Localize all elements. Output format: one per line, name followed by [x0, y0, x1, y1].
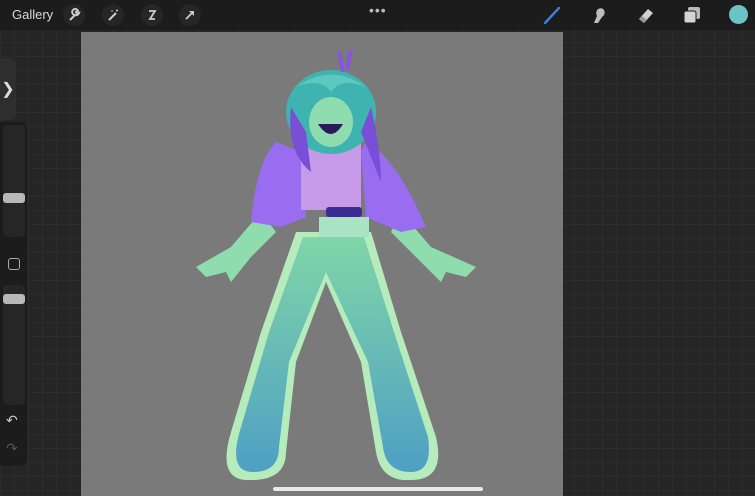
- smudge-icon[interactable]: [588, 4, 610, 26]
- wrench-icon[interactable]: [63, 4, 85, 26]
- gallery-button[interactable]: Gallery: [12, 7, 53, 22]
- layers-icon[interactable]: [681, 4, 703, 26]
- color-picker-button[interactable]: [729, 5, 748, 24]
- selection-icon[interactable]: [141, 4, 163, 26]
- opacity-slider[interactable]: [3, 285, 25, 405]
- magic-wand-icon[interactable]: [102, 4, 124, 26]
- more-options-button[interactable]: •••: [369, 2, 387, 18]
- brush-size-thumb[interactable]: [3, 193, 25, 204]
- home-indicator: [273, 487, 483, 491]
- brush-icon[interactable]: [541, 4, 563, 26]
- modify-button[interactable]: [8, 258, 20, 270]
- opacity-thumb[interactable]: [3, 293, 25, 304]
- brush-size-slider[interactable]: [3, 125, 25, 237]
- redo-button[interactable]: ↷: [6, 440, 18, 457]
- eraser-icon[interactable]: [635, 4, 657, 26]
- top-toolbar: Gallery •••: [0, 0, 755, 30]
- sidebar-toggle[interactable]: ❯: [0, 58, 16, 120]
- character-artwork: [196, 49, 476, 481]
- drawing-canvas[interactable]: [81, 32, 563, 496]
- undo-button[interactable]: ↶: [6, 412, 18, 429]
- sidebar-panel: ↶ ↷: [0, 122, 27, 466]
- transform-arrow-icon[interactable]: [179, 4, 201, 26]
